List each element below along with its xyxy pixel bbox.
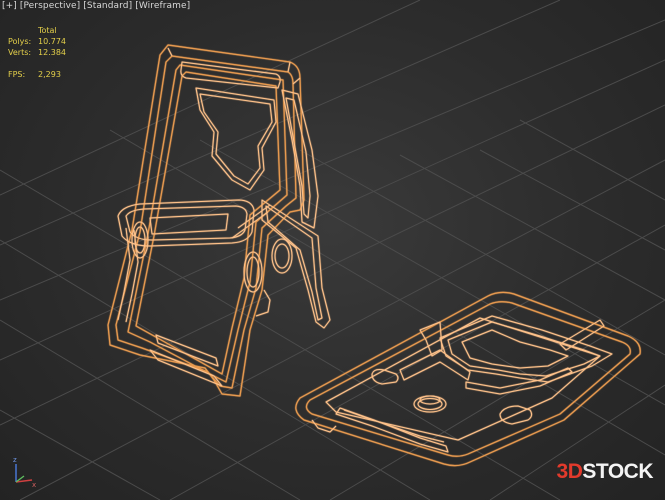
scene-statistics: Total Polys: 10.774 Verts: 12.384 FPS: 2…	[8, 25, 78, 80]
stats-header: Total	[38, 26, 57, 35]
folded-chair-wireframe-model[interactable]	[295, 291, 641, 467]
chair-wireframe-model[interactable]	[107, 44, 331, 397]
3d-viewport[interactable]: [+] [Perspective] [Standard] [Wireframe]…	[0, 0, 665, 500]
polys-label: Polys:	[8, 37, 32, 46]
3dstock-watermark: 3DSTOCK	[556, 460, 654, 484]
viewport-shading-menu[interactable]: [Standard]	[83, 1, 132, 11]
axis-gizmo-icon: z x	[13, 456, 36, 489]
gizmo-x-label: x	[32, 481, 36, 489]
wireframe-scene[interactable]	[0, 0, 665, 500]
gizmo-z-label: z	[13, 456, 17, 464]
fps-value: 2,293	[38, 70, 61, 79]
polys-value: 10.774	[38, 37, 66, 46]
watermark-prefix: 3D	[556, 460, 583, 483]
viewport-display-menu[interactable]: [Wireframe]	[135, 1, 190, 11]
ground-grid	[0, 0, 665, 500]
watermark-suffix: STOCK	[582, 460, 653, 483]
verts-label: Verts:	[8, 48, 32, 57]
fps-label: FPS:	[8, 70, 26, 79]
verts-value: 12.384	[38, 48, 66, 57]
viewport-plus-menu[interactable]: [+]	[2, 1, 17, 11]
viewport-label[interactable]: [+] [Perspective] [Standard] [Wireframe]	[2, 1, 190, 11]
viewport-view-menu[interactable]: [Perspective]	[20, 1, 80, 11]
